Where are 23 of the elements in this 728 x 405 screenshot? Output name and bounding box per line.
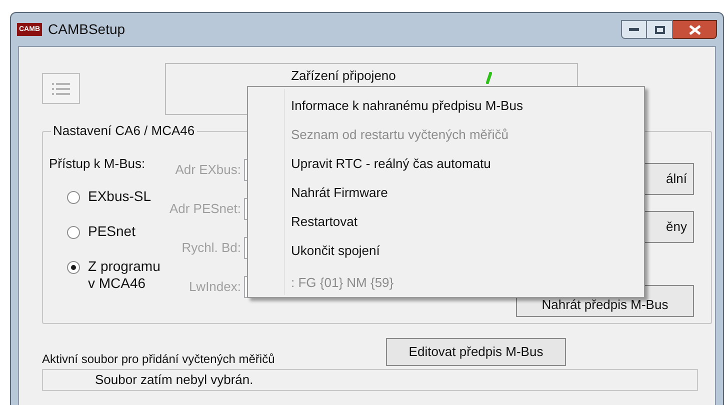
connection-icon [486,72,492,84]
access-label: Přístup k M-Bus: [49,155,146,173]
list-icon [52,82,70,96]
active-file-field: Soubor zatím nebyl vybrán. [42,369,698,391]
radio-button[interactable] [67,260,80,274]
radio-label: PESnet [88,222,136,240]
minimize-button[interactable] [621,20,647,39]
maximize-button[interactable] [647,20,673,39]
close-button[interactable] [673,20,717,39]
close-icon [688,24,700,34]
window-title: CAMBSetup [48,20,126,39]
radio-button[interactable] [67,226,80,238]
radio-button[interactable] [67,190,80,204]
radio-label: EXbus-SL [88,188,152,204]
field-label: Adr EXbus: [174,161,241,180]
field-label: LwIndex: [188,278,241,296]
radio-label: Z programu v MCA46 [88,258,162,292]
status-text: Zařízení připojeno [290,67,396,85]
menu-item[interactable]: Informace k nahranému předpisu M-Bus [291,91,644,120]
field-label: Adr PESnet: [169,200,241,218]
edit-button[interactable]: Editovat předpis M-Bus [386,338,566,366]
active-file-label: Aktivní soubor pro přidání vyčtených měřičů [42,351,276,368]
field-label: Rychl. Bd: [180,239,241,258]
